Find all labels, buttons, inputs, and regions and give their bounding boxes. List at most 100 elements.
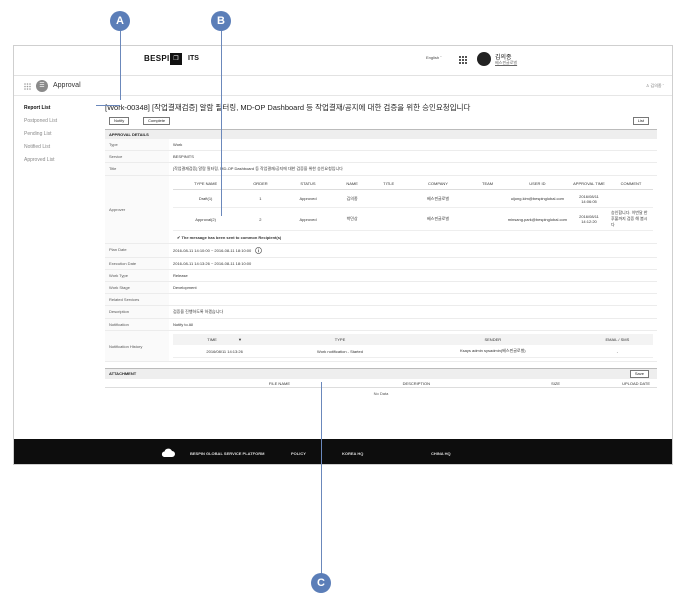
col-status: STATUS xyxy=(282,178,334,190)
plan-date-value: 2016-08-11 14:10:00 ~ 2016-08-11 18:10:0… xyxy=(169,244,657,257)
cell-comment: 승인합니다. 이번달 한 후불까지 검증 해 봅시다 xyxy=(609,207,653,231)
cell-type-link[interactable]: Work notification - Started xyxy=(276,345,404,358)
notify-button[interactable]: Notify xyxy=(109,117,130,125)
col-file-name: FILE NAME xyxy=(268,381,290,386)
col-approval-time: APPROVAL TIME xyxy=(569,178,609,190)
approval-app-icon: ☰ xyxy=(36,80,48,92)
work-type-row: Work Type Release xyxy=(105,270,657,282)
footer-korea-hq-link[interactable]: KOREA HQ xyxy=(342,451,363,456)
cell-approval-time: 2016/08/11 14:06:05 xyxy=(569,189,609,208)
cell-team xyxy=(469,189,506,208)
sidebar-item-pending-list[interactable]: Pending List xyxy=(24,128,104,141)
type-row: Type Work xyxy=(105,139,657,151)
sidebar-item-notified-list[interactable]: Notified List xyxy=(24,141,104,154)
col-size: SIZE xyxy=(551,381,560,386)
table-row: 2016/08/11 14:13:26 Work notification - … xyxy=(173,345,653,358)
description-label: Description xyxy=(105,306,169,318)
work-stage-row: Work Stage Development xyxy=(105,282,657,294)
execution-date-label: Execution Date xyxy=(105,258,169,269)
cell-name: 박민상 xyxy=(333,207,371,231)
footer-platform-link[interactable]: BESPIN GLOBAL SERVICE PLATFORM xyxy=(190,451,264,456)
service-row: Service BESPINITS xyxy=(105,151,657,163)
type-label: Type xyxy=(105,139,169,150)
work-stage-label: Work Stage xyxy=(105,282,169,293)
sidebar: Report List Postponed List Pending List … xyxy=(24,102,104,167)
info-icon[interactable] xyxy=(255,247,263,254)
main-content: [Work-00348] [작업결재검증] 알람 필터링, MD-OP Dash… xyxy=(105,101,657,400)
callout-marker-c: C xyxy=(311,573,331,593)
approver-value: TYPE NAME ORDER STATUS NAME TITLE COMPAN… xyxy=(169,176,657,243)
app-window: BESPIN ❐ ITS English ˇ 김의종 베스핀글로벌 ☰ Appr… xyxy=(13,45,673,465)
marker-c-line xyxy=(321,382,322,574)
notification-history-value: TIME ▼ TYPE SENDER EMAIL / SMS 2016/08/1… xyxy=(169,331,657,361)
col-type: TYPE xyxy=(276,334,404,345)
cell-title xyxy=(370,189,407,208)
cell-status: Approved xyxy=(282,207,334,231)
col-time[interactable]: TIME ▼ xyxy=(173,334,277,345)
cell-approval-time: 2016/08/11 14:12:20 xyxy=(569,207,609,231)
plan-date-label: Plan Date xyxy=(105,244,169,257)
complete-button[interactable]: Complete xyxy=(143,117,171,125)
notification-value: Notify to All xyxy=(173,322,194,327)
related-services-row: Related Services xyxy=(105,294,657,306)
sidebar-item-postponed-list[interactable]: Postponed List xyxy=(24,115,104,128)
sort-down-icon[interactable]: ▼ xyxy=(218,337,242,342)
approver-label: Approver xyxy=(105,176,169,243)
execution-date-value: 2016-08-11 14:13:26 ~ 2016-08-11 18:10:0… xyxy=(173,261,252,266)
app-bar: ☰ Approval ♙ 김의종 ˇ xyxy=(14,76,672,96)
cell-time: 2016/08/11 14:13:26 xyxy=(173,345,277,358)
page-title: [Work-00348] [작업결재검증] 알람 필터링, MD-OP Dash… xyxy=(105,103,471,112)
work-type-value: Release xyxy=(173,273,188,278)
attachment-empty: No Data xyxy=(373,391,389,396)
save-button[interactable]: Save xyxy=(629,370,649,378)
col-order: ORDER xyxy=(238,178,283,190)
col-email-sms: EMAIL / SMS xyxy=(581,334,653,345)
notification-row: Notification Notify to All xyxy=(105,319,657,331)
cell-company: 베스핀글로벌 xyxy=(406,207,470,231)
cloud-icon xyxy=(161,448,175,457)
footer: BESPIN GLOBAL SERVICE PLATFORM POLICY KO… xyxy=(14,439,672,464)
notification-history-table: TIME ▼ TYPE SENDER EMAIL / SMS 2016/08/1… xyxy=(173,334,653,358)
cell-comment xyxy=(609,189,653,208)
approver-table-header: TYPE NAME ORDER STATUS NAME TITLE COMPAN… xyxy=(173,178,653,190)
plan-date-row: Plan Date 2016-08-11 14:10:00 ~ 2016-08-… xyxy=(105,244,657,258)
title-value: [작업결재검증] 알람 필터링, MD-OP Dashboard 등 작업결재/… xyxy=(173,166,343,171)
notification-table-header: TIME ▼ TYPE SENDER EMAIL / SMS xyxy=(173,334,653,345)
col-comment: COMMENT xyxy=(609,178,653,190)
menu-dots-icon[interactable] xyxy=(24,83,31,90)
title-label: Title xyxy=(105,163,169,175)
recipient-note: ✔ The message has been sent to common Re… xyxy=(177,235,282,240)
type-value: Work xyxy=(173,142,183,147)
user-org[interactable]: 베스핀글로벌 xyxy=(495,60,517,66)
col-time-label: TIME xyxy=(207,337,217,342)
cell-type-name: Approval(2) xyxy=(173,207,239,231)
attachment-header: ATTACHMENT Save xyxy=(105,368,657,379)
cell-type-name: Draft(1) xyxy=(173,189,239,208)
col-description: DESCRIPTION xyxy=(402,381,430,386)
marker-b-line xyxy=(221,30,222,216)
sidebar-item-report-list[interactable]: Report List xyxy=(24,102,104,115)
attachment-title: ATTACHMENT xyxy=(109,371,137,376)
approver-table: TYPE NAME ORDER STATUS NAME TITLE COMPAN… xyxy=(173,178,653,231)
attachment-table-header: FILE NAME DESCRIPTION SIZE UPLOAD DATE xyxy=(105,379,657,388)
product-name: ITS xyxy=(188,55,199,62)
description-row: Description 검증을 진행하도록 하겠습니다 xyxy=(105,306,657,319)
footer-policy-link[interactable]: POLICY xyxy=(291,451,306,456)
user-avatar[interactable] xyxy=(477,52,491,66)
footer-china-hq-link[interactable]: CHINA HQ xyxy=(431,451,451,456)
app-title: Approval xyxy=(53,82,81,89)
cell-user-id: minsang.park@bespinglobal.com xyxy=(505,207,569,231)
marker-a-leader xyxy=(96,105,120,106)
col-upload-date: UPLOAD DATE xyxy=(622,381,650,386)
app-user-menu[interactable]: ♙ 김의종 ˇ xyxy=(646,83,664,89)
service-label: Service xyxy=(105,151,169,162)
language-selector[interactable]: English ˇ xyxy=(426,55,442,60)
app-grid-icon[interactable] xyxy=(459,56,467,64)
approval-details-header: APPROVAL DETAILS xyxy=(105,129,657,139)
sidebar-item-approved-list[interactable]: Approved List xyxy=(24,154,104,167)
service-value: BESPINITS xyxy=(173,154,194,159)
notification-label: Notification xyxy=(105,319,169,330)
list-button[interactable]: List xyxy=(632,117,649,125)
col-name: NAME xyxy=(333,178,371,190)
col-title: TITLE xyxy=(370,178,407,190)
